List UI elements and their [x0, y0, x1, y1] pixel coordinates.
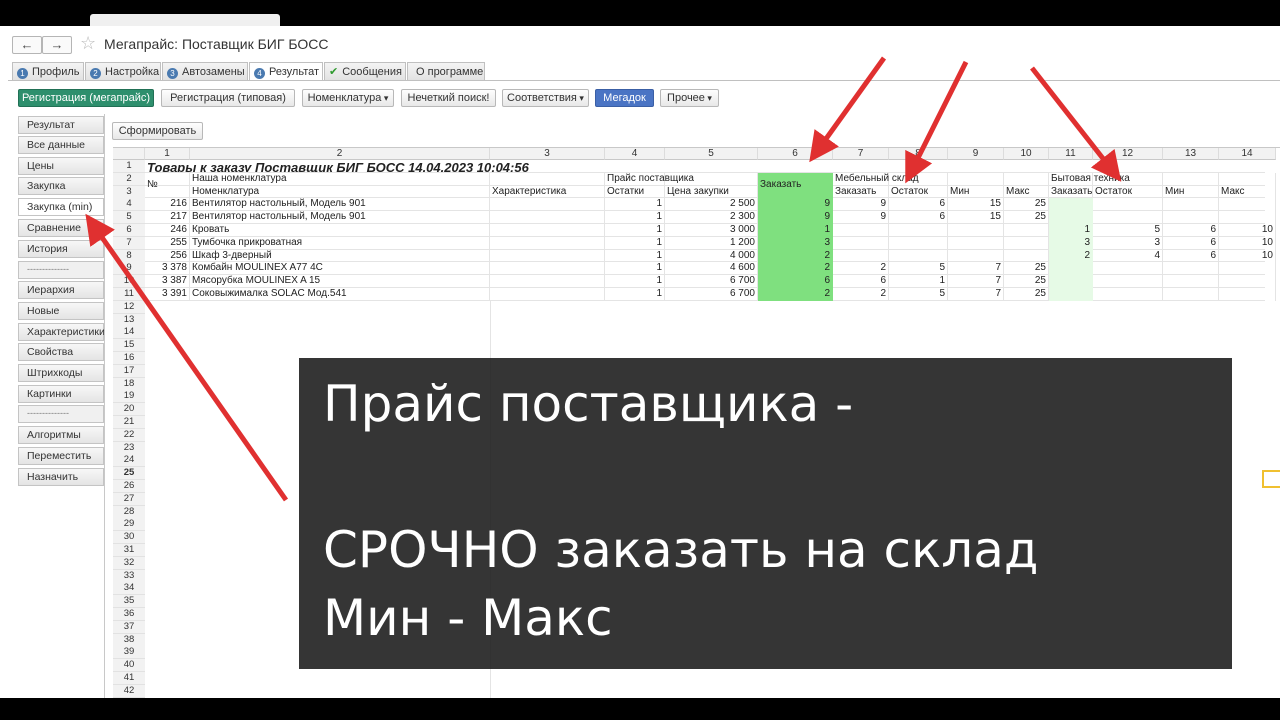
arrow-to-sidebar-item — [85, 213, 289, 502]
annotation-arrows — [85, 56, 1122, 502]
arrow-to-order-column — [809, 56, 887, 163]
arrow-to-furniture-warehouse — [905, 60, 969, 184]
arrow-to-appliances — [1030, 66, 1122, 182]
